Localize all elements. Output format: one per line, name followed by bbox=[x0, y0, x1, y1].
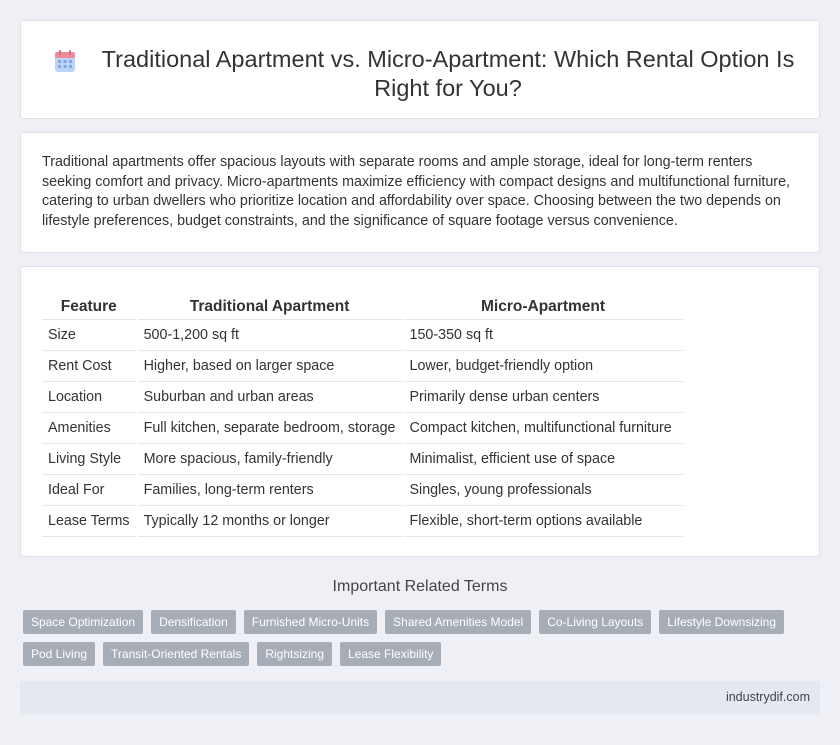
table-row: Ideal For Families, long-term renters Si… bbox=[42, 474, 683, 506]
tag-shared-amenities-model[interactable]: Shared Amenities Model bbox=[385, 610, 532, 634]
cell-traditional: Higher, based on larger space bbox=[135, 350, 403, 382]
cell-traditional: Suburban and urban areas bbox=[135, 381, 403, 413]
cell-traditional: Full kitchen, separate bedroom, storage bbox=[135, 412, 403, 444]
cell-feature: Ideal For bbox=[42, 474, 137, 506]
header-traditional: Traditional Apartment bbox=[135, 295, 403, 320]
calendar-icon bbox=[55, 50, 75, 72]
tag-transit-oriented-rentals[interactable]: Transit-Oriented Rentals bbox=[103, 642, 250, 666]
cell-micro: 150-350 sq ft bbox=[401, 319, 683, 351]
cell-micro: Compact kitchen, multifunctional furnitu… bbox=[401, 412, 683, 444]
cell-traditional: Families, long-term renters bbox=[135, 474, 403, 506]
table-row: Living Style More spacious, family-frien… bbox=[42, 443, 683, 475]
intro-card: Traditional apartments offer spacious la… bbox=[20, 132, 820, 253]
header-feature: Feature bbox=[42, 295, 137, 320]
tag-space-optimization[interactable]: Space Optimization bbox=[23, 610, 144, 634]
footer-site-link[interactable]: industrydif.com bbox=[726, 690, 810, 704]
footer: industrydif.com bbox=[20, 681, 820, 714]
table-header-row: Feature Traditional Apartment Micro-Apar… bbox=[42, 295, 683, 320]
tag-co-living-layouts[interactable]: Co-Living Layouts bbox=[539, 610, 652, 634]
cell-micro: Primarily dense urban centers bbox=[401, 381, 683, 413]
comparison-card: Feature Traditional Apartment Micro-Apar… bbox=[20, 266, 820, 557]
related-terms-title: Important Related Terms bbox=[332, 578, 508, 595]
intro-paragraph: Traditional apartments offer spacious la… bbox=[42, 154, 790, 230]
tag-furnished-micro-units[interactable]: Furnished Micro-Units bbox=[243, 610, 378, 634]
cell-traditional: Typically 12 months or longer bbox=[135, 505, 403, 537]
cell-traditional: 500-1,200 sq ft bbox=[135, 319, 403, 351]
cell-micro: Singles, young professionals bbox=[401, 474, 683, 506]
cell-feature: Size bbox=[42, 319, 137, 351]
tag-densification[interactable]: Densification bbox=[151, 610, 236, 634]
title-card: Traditional Apartment vs. Micro-Apartmen… bbox=[20, 20, 820, 119]
cell-micro: Flexible, short-term options available bbox=[401, 505, 683, 537]
table-row: Lease Terms Typically 12 months or longe… bbox=[42, 505, 683, 537]
cell-feature: Location bbox=[42, 381, 137, 413]
cell-feature: Amenities bbox=[42, 412, 137, 444]
page-title: Traditional Apartment vs. Micro-Apartmen… bbox=[101, 46, 795, 101]
comparison-table: Feature Traditional Apartment Micro-Apar… bbox=[42, 295, 683, 537]
header-micro: Micro-Apartment bbox=[401, 295, 683, 320]
cell-feature: Lease Terms bbox=[42, 505, 137, 537]
table-row: Size 500-1,200 sq ft 150-350 sq ft bbox=[42, 319, 683, 351]
tag-rightsizing[interactable]: Rightsizing bbox=[257, 642, 333, 666]
tag-lifestyle-downsizing[interactable]: Lifestyle Downsizing bbox=[659, 610, 784, 634]
cell-traditional: More spacious, family-friendly bbox=[135, 443, 403, 475]
tag-pod-living[interactable]: Pod Living bbox=[23, 642, 96, 666]
tag-lease-flexibility[interactable]: Lease Flexibility bbox=[340, 642, 442, 666]
cell-micro: Minimalist, efficient use of space bbox=[401, 443, 683, 475]
cell-micro: Lower, budget-friendly option bbox=[401, 350, 683, 382]
cell-feature: Living Style bbox=[42, 443, 137, 475]
related-terms-tags: Space Optimization Densification Furnish… bbox=[23, 610, 813, 666]
table-row: Amenities Full kitchen, separate bedroom… bbox=[42, 412, 683, 444]
cell-feature: Rent Cost bbox=[42, 350, 137, 382]
table-row: Location Suburban and urban areas Primar… bbox=[42, 381, 683, 413]
table-row: Rent Cost Higher, based on larger space … bbox=[42, 350, 683, 382]
